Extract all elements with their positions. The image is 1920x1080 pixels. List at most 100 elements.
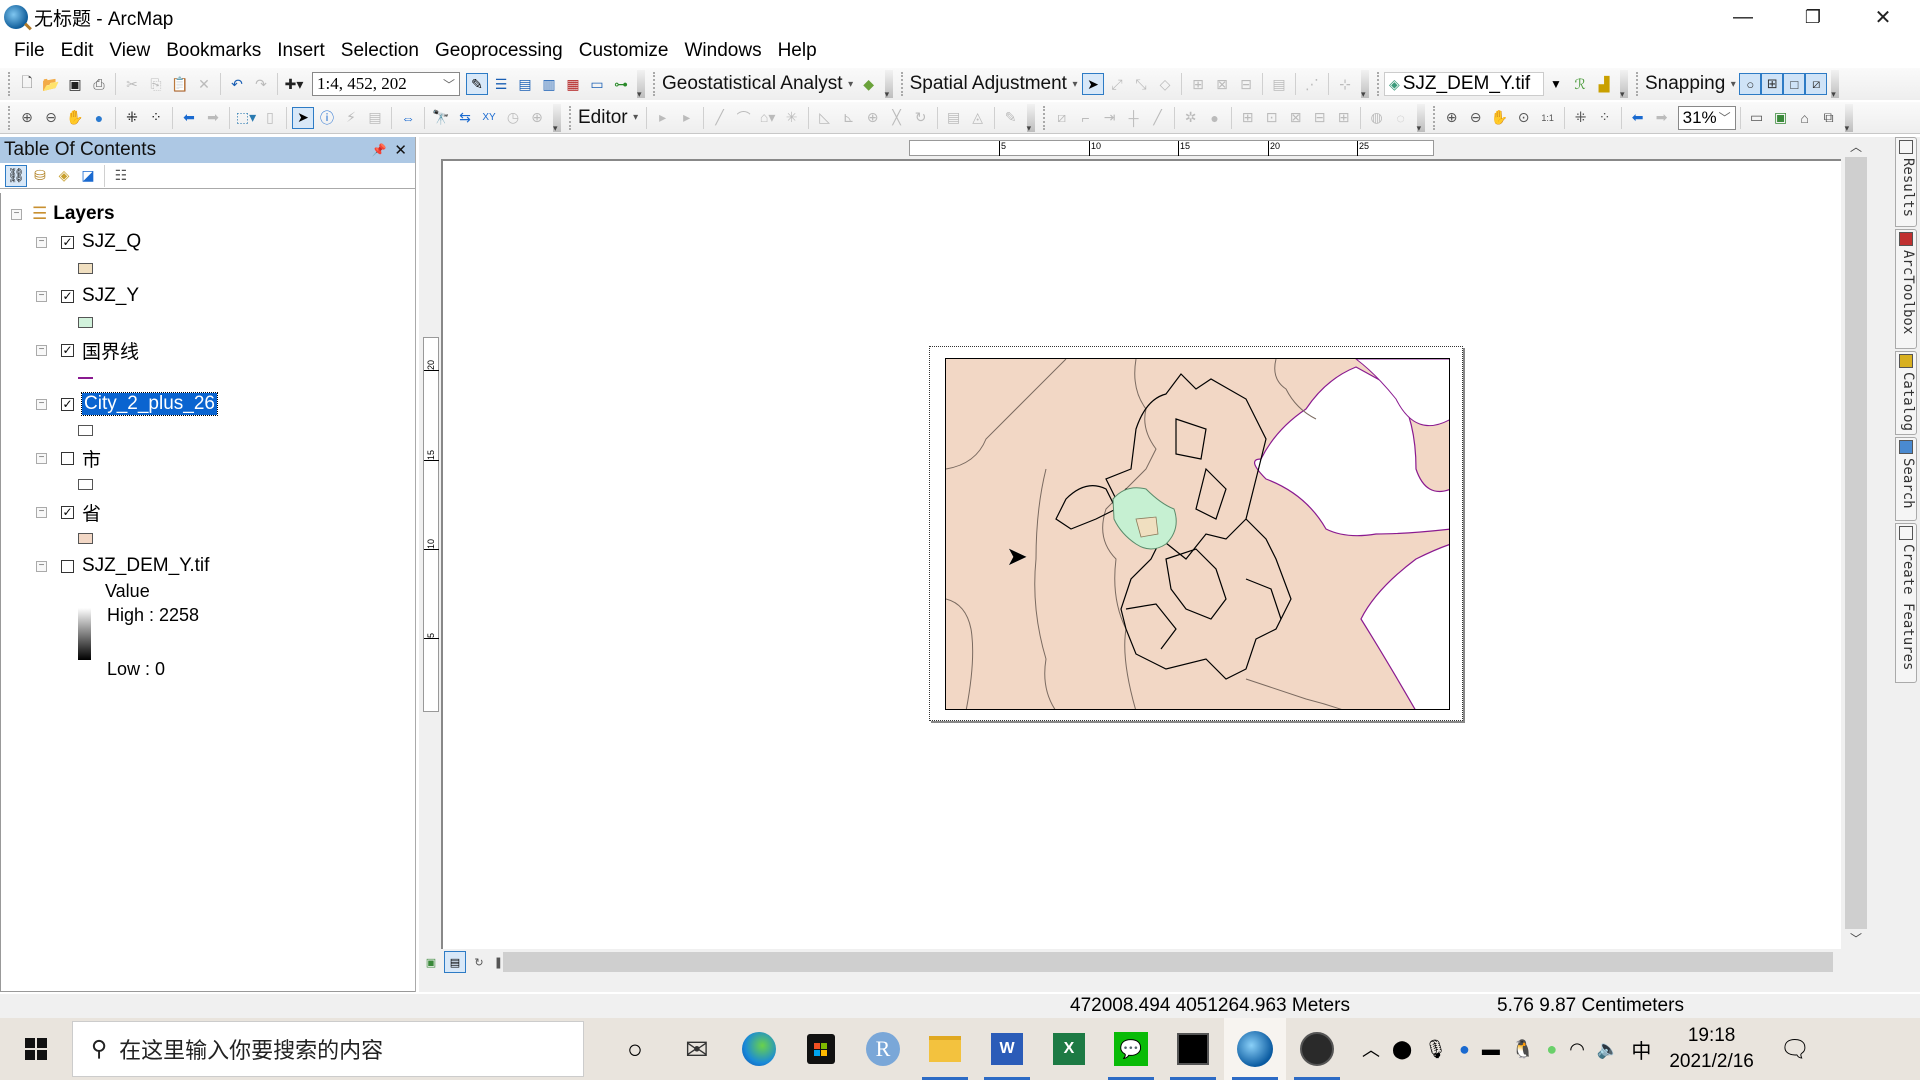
dropdown-arrow-icon[interactable]: ▾ (1070, 73, 1080, 95)
histogram-icon[interactable]: ▟ (1593, 73, 1615, 95)
data-driven-pages-icon[interactable]: ⧉ (1818, 107, 1840, 129)
vertical-scrollbar[interactable]: ︿ ﹀ (1845, 137, 1867, 949)
dropdown-arrow-icon[interactable]: ▼ (1545, 73, 1567, 95)
layout-zoom-out-icon[interactable]: ⊖ (1465, 107, 1487, 129)
topology-tool-g-icon[interactable]: ◌ (1390, 107, 1412, 129)
layout-pan-icon[interactable]: ✋ (1489, 107, 1511, 129)
trace-icon[interactable]: ⌂▾ (757, 107, 779, 129)
select-features-icon[interactable]: ⬚▾ (235, 107, 257, 129)
geostatistical-wizard-icon[interactable]: ◆ (858, 73, 880, 95)
close-icon[interactable]: ✕ (394, 141, 407, 159)
list-by-drawing-order-icon[interactable]: ⛓ (5, 164, 27, 187)
photos-app-icon[interactable] (1162, 1018, 1224, 1080)
rotate-icon[interactable]: ↻ (910, 107, 932, 129)
toolbar-grip[interactable] (1376, 72, 1380, 96)
topology-tool-e-icon[interactable]: ⊞ (1333, 107, 1355, 129)
toolbar-options-grip[interactable] (1844, 103, 1853, 134)
menu-help[interactable]: Help (770, 40, 825, 62)
menu-bookmarks[interactable]: Bookmarks (158, 40, 269, 62)
layer-symbol-swatch[interactable] (78, 263, 93, 274)
horizontal-scrollbar[interactable]: ▣ ▤ ↻ ❚❚ ‹ (419, 950, 1845, 974)
topology-tool-f-icon[interactable]: ◍ (1366, 107, 1388, 129)
new-displacement-link-icon[interactable]: ⤢ (1106, 73, 1128, 95)
r-app-icon[interactable]: R (852, 1018, 914, 1080)
excel-app-icon[interactable]: X (1038, 1018, 1100, 1080)
view-link-table-icon[interactable]: ▤ (1268, 73, 1290, 95)
validate-topology-icon[interactable]: ✲ (1180, 107, 1202, 129)
mail-app-icon[interactable]: ✉ (666, 1018, 728, 1080)
forward-extent-icon[interactable]: ➡ (202, 107, 224, 129)
dock-tab-create-features[interactable]: Create Features (1895, 523, 1917, 683)
edge-snapping-icon[interactable]: ⧄ (1805, 73, 1828, 95)
delete-icon[interactable]: ✕ (193, 73, 215, 95)
collapse-icon[interactable]: − (36, 452, 47, 464)
layer-symbol-swatch[interactable] (78, 425, 93, 436)
layer-name[interactable]: 国界线 (82, 337, 139, 364)
toolbar-options-grip[interactable] (1619, 70, 1628, 100)
layout-fixed-zoom-in-icon[interactable]: ⁜ (1570, 107, 1592, 129)
redo-icon[interactable]: ↷ (250, 73, 272, 95)
layer-line-symbol[interactable] (78, 377, 93, 379)
toolbar-grip[interactable] (1432, 105, 1436, 130)
layer-visibility-checkbox[interactable] (61, 451, 74, 465)
network-globe-icon[interactable]: ● (1459, 1039, 1470, 1060)
print-icon[interactable]: ⎙ (88, 73, 110, 95)
layer-visibility-checkbox[interactable] (61, 559, 74, 573)
find-icon[interactable]: 🔭 (430, 107, 452, 129)
go-to-xy-icon[interactable]: XY (478, 107, 500, 129)
layer-item[interactable]: − 市 (36, 445, 101, 471)
layer-visibility-checkbox[interactable]: ✓ (61, 289, 74, 303)
layout-page[interactable] (929, 346, 1463, 721)
word-app-icon[interactable]: W (976, 1018, 1038, 1080)
list-by-source-icon[interactable]: ⛁ (29, 165, 51, 187)
split-icon[interactable]: ╳ (886, 107, 908, 129)
scroll-track[interactable] (503, 952, 1833, 972)
layout-view-icon[interactable]: ▤ (444, 951, 466, 973)
dock-tab-search[interactable]: Search (1895, 437, 1917, 521)
data-view-icon[interactable]: ▣ (420, 951, 442, 973)
contrast-icon[interactable]: ℛ (1569, 73, 1591, 95)
search-window-icon[interactable]: ▥ (538, 73, 560, 95)
clock[interactable]: 19:18 2021/2/16 (1669, 1023, 1754, 1075)
cut-icon[interactable]: ✂ (121, 73, 143, 95)
zoom-whole-page-icon[interactable]: ⊙ (1513, 107, 1535, 129)
pan-icon[interactable]: ✋ (64, 107, 86, 129)
minimize-button[interactable]: — (1710, 0, 1776, 34)
collapse-icon[interactable]: − (36, 506, 47, 518)
focus-data-frame-icon[interactable]: ▣ (1770, 107, 1792, 129)
select-elements-icon[interactable]: ➤ (292, 106, 314, 129)
toolbar-options-grip[interactable] (1026, 103, 1035, 134)
topology-tool-c-icon[interactable]: ⊠ (1285, 107, 1307, 129)
layer-item[interactable]: − ✓ SJZ_Y (36, 283, 139, 309)
raster-gradient-ramp[interactable] (78, 608, 91, 660)
end-snapping-icon[interactable]: ⊞ (1761, 73, 1784, 95)
copy-icon[interactable]: ⎘ (145, 73, 167, 95)
measure-icon[interactable]: ⇔ (397, 107, 419, 129)
toolbar-grip[interactable] (8, 72, 11, 96)
identify-icon[interactable]: ⓘ (316, 107, 338, 129)
clear-selection-icon[interactable]: ▯ (259, 107, 281, 129)
align-edge-icon[interactable]: ⇥ (1099, 107, 1121, 129)
taskbar-search-box[interactable]: ⚲ 在这里输入你要搜索的内容 (72, 1021, 584, 1077)
multiple-displacement-icon[interactable]: ◇ (1154, 73, 1176, 95)
point-snapping-icon[interactable]: ○ (1739, 73, 1762, 95)
layer-symbol-swatch[interactable] (78, 317, 93, 328)
restore-button[interactable]: ❐ (1780, 0, 1846, 34)
python-window-icon[interactable]: ▭ (586, 73, 608, 95)
battery-icon[interactable]: ▬ (1482, 1039, 1500, 1060)
error-inspector-icon[interactable]: ● (1204, 107, 1226, 129)
select-elements-icon[interactable]: ➤ (1081, 73, 1104, 95)
html-popup-icon[interactable]: ▤ (364, 107, 386, 129)
topology-edit-icon[interactable]: ⌐ (1075, 107, 1097, 129)
menu-windows[interactable]: Windows (677, 40, 770, 62)
menu-file[interactable]: File (6, 40, 53, 62)
menu-customize[interactable]: Customize (571, 40, 677, 62)
topology-cross-icon[interactable]: ┼ (1123, 107, 1145, 129)
menu-view[interactable]: View (101, 40, 158, 62)
start-button[interactable] (0, 1018, 72, 1080)
sketch-properties-icon[interactable]: ◬ (967, 107, 989, 129)
topology-line-icon[interactable]: ╱ (1147, 107, 1169, 129)
list-by-visibility-icon[interactable]: ◈ (53, 165, 75, 187)
layer-visibility-checkbox[interactable]: ✓ (61, 397, 74, 411)
menu-selection[interactable]: Selection (333, 40, 427, 62)
